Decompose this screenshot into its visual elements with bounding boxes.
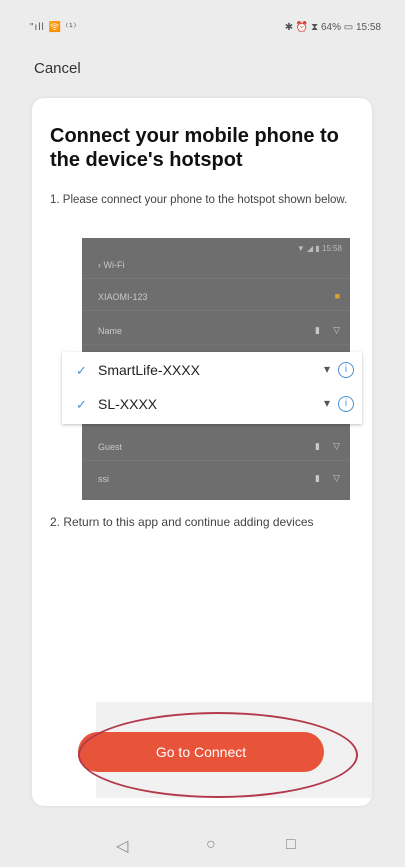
phone-row: Name ▮ ▽ bbox=[82, 318, 350, 345]
phone-row: ssi ▮ ▽ bbox=[82, 466, 350, 492]
step-1-text: 1. Please connect your phone to the hots… bbox=[50, 194, 348, 206]
step-2-text: 2. Return to this app and continue addin… bbox=[50, 515, 314, 529]
check-icon: ✓ bbox=[76, 397, 87, 412]
network-name: SL-XXXX bbox=[98, 396, 158, 412]
highlight-ring bbox=[78, 712, 358, 798]
phone-row-label: XIAOMI-123 bbox=[98, 292, 148, 302]
back-icon[interactable]: ◁ bbox=[116, 836, 128, 856]
wifi-icon: ▾ bbox=[323, 362, 330, 376]
home-icon[interactable]: ○ bbox=[206, 836, 216, 854]
phone-row-label: ssi bbox=[98, 474, 109, 484]
wifi-icon: ▽ bbox=[333, 441, 340, 451]
info-icon: i bbox=[338, 396, 354, 412]
signal-wifi-icons: "ıll 🛜 ⁽¹⁾ bbox=[30, 22, 78, 33]
lock-icon: ▮ bbox=[315, 473, 320, 483]
network-name: SmartLife-XXXX bbox=[98, 362, 200, 378]
status-bar: "ıll 🛜 ⁽¹⁾ ✱ ⏰ ⧗ 64% ▭ 15:58 bbox=[0, 0, 405, 48]
hotspot-list: ✓ SmartLife-XXXX ▾ i ✓ SL-XXXX ▾ i bbox=[62, 352, 362, 424]
wifi-icon: ▾ bbox=[323, 396, 330, 410]
list-item: ✓ SmartLife-XXXX ▾ i bbox=[62, 354, 362, 388]
page-title: Connect your mobile phone to the device'… bbox=[50, 125, 339, 171]
lock-icon: ▮ bbox=[315, 325, 320, 335]
wifi-icon: ▽ bbox=[333, 473, 340, 483]
phone-row-label: ‹ Wi-Fi bbox=[98, 260, 125, 270]
phone-row: ‹ Wi-Fi bbox=[82, 252, 350, 279]
lock-icon: ■ bbox=[334, 291, 340, 301]
wifi-icon: ▽ bbox=[333, 325, 340, 335]
instruction-card: Connect your mobile phone to the device'… bbox=[32, 98, 372, 806]
cancel-button[interactable]: Cancel bbox=[34, 60, 81, 77]
info-icon: i bbox=[338, 362, 354, 378]
lock-icon: ▮ bbox=[315, 441, 320, 451]
list-item: ✓ SL-XXXX ▾ i bbox=[62, 388, 362, 422]
phone-row-label: Name bbox=[98, 326, 123, 336]
check-icon: ✓ bbox=[76, 363, 87, 378]
recent-apps-icon[interactable]: □ bbox=[286, 836, 296, 854]
navigation-bar: ◁ ○ □ bbox=[0, 830, 405, 867]
phone-row-label: Guest bbox=[98, 442, 123, 452]
phone-row: Guest ▮ ▽ bbox=[82, 434, 350, 461]
phone-row: XIAOMI-123 ■ bbox=[82, 284, 350, 311]
battery-time: ✱ ⏰ ⧗ 64% ▭ 15:58 bbox=[284, 22, 381, 33]
